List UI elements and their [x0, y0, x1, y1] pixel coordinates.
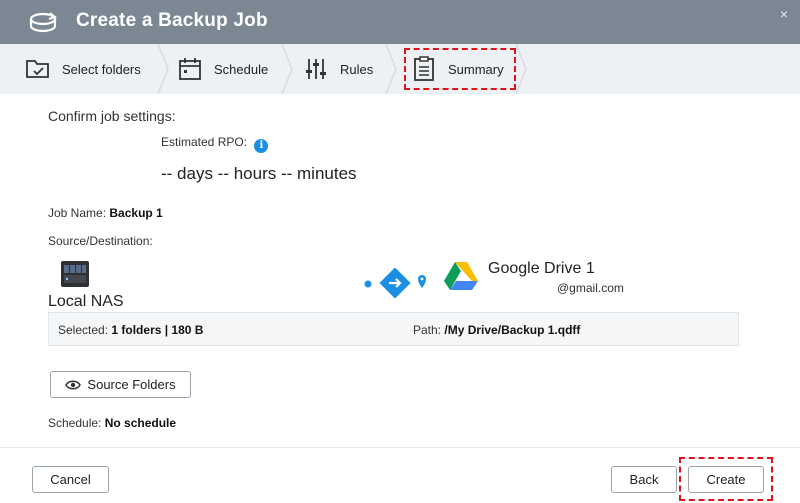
clipboard-icon — [414, 56, 434, 81]
window-title: Create a Backup Job — [76, 10, 268, 31]
cancel-label: Cancel — [50, 472, 91, 487]
path-label: Path: — [413, 323, 442, 337]
calendar-icon — [179, 58, 201, 80]
job-name-value: Backup 1 — [109, 206, 163, 220]
footer-divider — [0, 447, 800, 448]
rpo-label: Estimated RPO: — [161, 135, 248, 149]
step-separator — [385, 44, 397, 94]
path-value: /My Drive/Backup 1.qdff — [444, 323, 581, 337]
step-separator — [515, 44, 527, 94]
cancel-button[interactable]: Cancel — [32, 466, 109, 493]
selection-summary-box: Selected: 1 folders | 180 B Path: /My Dr… — [48, 312, 739, 346]
confirm-heading: Confirm job settings: — [48, 108, 176, 124]
source-destination-label: Source/Destination: — [48, 234, 153, 248]
source-label: Local NAS — [48, 293, 124, 310]
nas-icon — [61, 261, 89, 287]
destination-label: Google Drive 1 — [488, 260, 595, 277]
sliders-icon — [306, 59, 326, 79]
step-label: Select folders — [62, 61, 141, 77]
selected-row: Selected: 1 folders | 180 B — [58, 323, 203, 337]
step-rules[interactable]: Rules — [302, 44, 373, 94]
job-name-label: Job Name: — [48, 206, 107, 220]
source-folders-button[interactable]: Source Folders — [50, 371, 191, 398]
back-button[interactable]: Back — [611, 466, 677, 493]
title-bar: Create a Backup Job × — [0, 0, 800, 44]
step-select-folders[interactable]: Select folders — [24, 44, 141, 94]
schedule-label: Schedule: — [48, 416, 102, 430]
source-folders-label: Source Folders — [87, 377, 176, 392]
step-label: Schedule — [214, 61, 269, 77]
destination-account: @gmail.com — [557, 281, 624, 295]
backup-sync-icon — [29, 12, 58, 33]
rpo-row: Estimated RPO: i — [161, 135, 269, 153]
step-separator — [157, 44, 169, 94]
step-label: Summary — [448, 61, 504, 77]
rpo-value: -- days -- hours -- minutes — [161, 164, 357, 183]
transfer-arrow-icon — [364, 268, 426, 299]
job-name-row: Job Name: Backup 1 — [48, 206, 163, 220]
wizard-steps: Select folders Schedule Rules Summary — [0, 44, 800, 94]
step-separator — [281, 44, 293, 94]
back-label: Back — [629, 472, 659, 487]
step-label: Rules — [340, 61, 374, 77]
create-button[interactable]: Create — [688, 466, 764, 493]
info-icon[interactable]: i — [254, 139, 269, 153]
schedule-row: Schedule: No schedule — [48, 416, 176, 430]
eye-icon — [65, 380, 82, 389]
google-drive-icon — [444, 262, 478, 290]
create-label: Create — [706, 472, 746, 487]
close-icon[interactable]: × — [780, 6, 788, 22]
selected-value: 1 folders | 180 B — [111, 323, 204, 337]
folder-check-icon — [26, 60, 49, 78]
step-schedule[interactable]: Schedule — [176, 44, 268, 94]
path-row: Path: /My Drive/Backup 1.qdff — [413, 323, 580, 337]
schedule-value: No schedule — [104, 416, 177, 430]
step-summary[interactable]: Summary — [410, 44, 504, 94]
selected-label: Selected: — [58, 323, 109, 337]
